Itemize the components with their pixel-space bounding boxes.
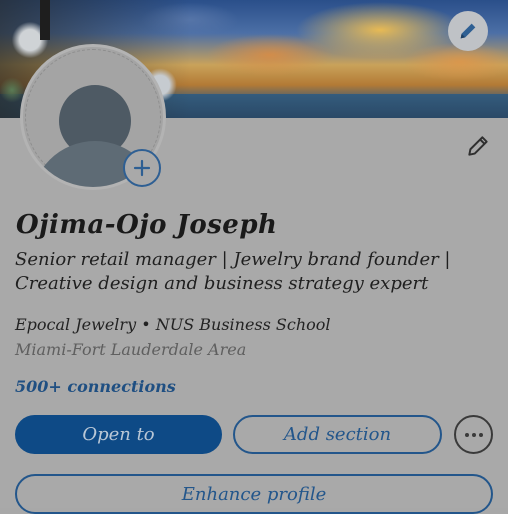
connections-link[interactable]: 500+ connections <box>15 377 176 396</box>
profile-company-school[interactable]: Epocal Jewelry • NUS Business School <box>15 315 331 334</box>
edit-intro-button[interactable] <box>460 128 496 164</box>
add-section-button[interactable]: Add section <box>233 415 442 454</box>
profile-location: Miami-Fort Lauderdale Area <box>15 340 247 359</box>
add-photo-button[interactable] <box>123 149 161 187</box>
more-button[interactable] <box>454 415 493 454</box>
profile-name: Ojima-Ojo Joseph <box>16 210 278 240</box>
pencil-icon <box>468 136 488 156</box>
ellipsis-icon <box>464 432 483 437</box>
profile-headline: Senior retail manager | Jewelry brand fo… <box>15 249 451 294</box>
open-to-button[interactable]: Open to <box>15 415 222 454</box>
pencil-icon <box>460 23 476 39</box>
edit-cover-button[interactable] <box>448 11 488 51</box>
plus-icon <box>133 159 151 177</box>
cover-frame <box>40 0 50 40</box>
enhance-profile-button[interactable]: Enhance profile <box>15 474 493 514</box>
